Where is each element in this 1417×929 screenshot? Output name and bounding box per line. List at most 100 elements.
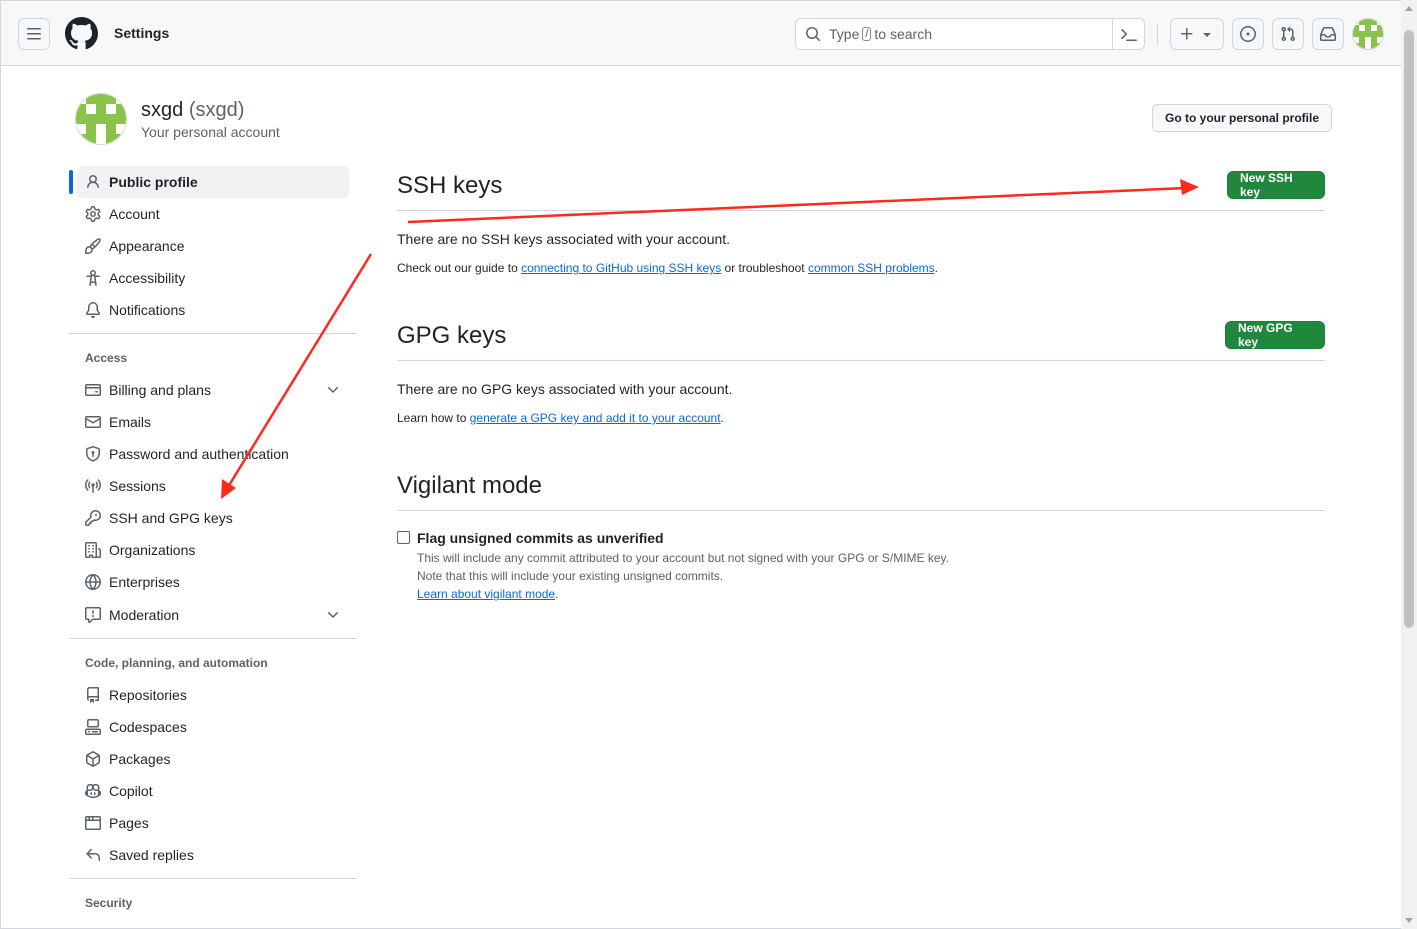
organization-icon [85,542,101,558]
sidebar-item-ssh-gpg-keys[interactable]: SSH and GPG keys [77,502,349,534]
sidebar-item-label: Pages [109,815,149,831]
copilot-icon [85,783,101,799]
command-palette-button[interactable] [1112,19,1144,49]
shield-lock-icon [86,446,100,462]
person-icon [87,175,99,189]
header-separator [1157,23,1158,45]
accessibility-icon [86,270,100,286]
gpg-empty-message: There are no GPG keys associated with yo… [397,381,733,397]
scroll-up-arrow-icon[interactable] [1405,6,1413,11]
search-input[interactable]: Type / to search [795,18,1145,50]
sidebar-divider [69,333,357,334]
codespaces-icon [85,719,101,735]
sidebar-item-codespaces[interactable]: Codespaces [77,711,349,743]
gpg-keys-heading: GPG keys [397,322,507,349]
ssh-guide-end: . [934,261,939,275]
github-logo-icon[interactable] [65,17,98,50]
section-divider [397,210,1325,211]
broadcast-icon [85,479,101,493]
sidebar-item-label: Enterprises [109,574,180,590]
browser-icon [85,816,101,830]
vigilant-note-1: This will include any commit attributed … [417,551,950,565]
hamburger-icon [27,28,41,40]
gpg-learn-end: . [720,411,724,425]
sidebar-item-notifications[interactable]: Notifications [77,294,349,326]
search-suffix: to search [874,26,933,42]
sidebar-item-billing[interactable]: Billing and plans [77,374,349,406]
section-divider [397,360,1325,361]
sidebar-group-code: Code, planning, and automation [85,656,268,670]
sidebar-item-pages[interactable]: Pages [77,807,349,839]
globe-icon [85,574,101,590]
sidebar-item-sessions[interactable]: Sessions [77,470,349,502]
sidebar-item-moderation[interactable]: Moderation [77,599,349,631]
gpg-learn-text: Learn how to generate a GPG key and add … [397,411,724,425]
page-scrollbar[interactable] [1401,0,1417,929]
vigilant-mode-checkbox[interactable] [397,531,410,544]
sidebar-item-appearance[interactable]: Appearance [77,230,349,262]
sidebar-item-repositories[interactable]: Repositories [77,679,349,711]
chevron-down-icon[interactable] [325,382,341,398]
vigilant-note-end: . [555,587,559,601]
identicon-icon [1353,19,1383,49]
credit-card-icon [85,384,101,396]
sidebar-item-label: Saved replies [109,847,194,863]
paintbrush-icon [85,238,101,254]
repo-icon [87,687,99,703]
create-new-button[interactable] [1170,18,1224,50]
ssh-problems-link[interactable]: common SSH problems [808,261,935,275]
sidebar-item-account[interactable]: Account [77,198,349,230]
sidebar-item-label: Moderation [109,607,180,623]
sidebar-item-emails[interactable]: Emails [77,406,349,438]
sidebar-item-saved-replies[interactable]: Saved replies [77,839,349,871]
user-subtitle: Your personal account [141,124,280,140]
gpg-learn-link[interactable]: generate a GPG key and add it to your ac… [470,411,721,425]
issues-icon [1240,26,1256,42]
sidebar-item-label: Copilot [109,783,153,799]
sidebar-item-label: Organizations [109,542,196,558]
pull-requests-icon [1281,26,1296,42]
user-name[interactable]: sxgd [141,99,183,121]
sidebar-item-copilot[interactable]: Copilot [77,775,349,807]
sidebar-item-label: Account [109,206,160,222]
gear-icon [85,206,101,222]
sidebar-item-public-profile[interactable]: Public profile [77,166,349,198]
issues-button[interactable] [1232,18,1264,50]
inbox-icon [1320,27,1336,41]
go-to-profile-button[interactable]: Go to your personal profile [1152,104,1333,132]
key-icon [85,510,101,526]
sidebar-item-accessibility[interactable]: Accessibility [77,262,349,294]
ssh-guide-mid: or troubleshoot [724,261,805,275]
sidebar-item-organizations[interactable]: Organizations [77,534,349,566]
plus-icon [1181,28,1193,40]
sidebar-item-packages[interactable]: Packages [77,743,349,775]
ssh-keys-heading: SSH keys [397,172,503,199]
sidebar-item-label: Notifications [109,302,186,318]
sidebar-item-label: Sessions [109,478,166,494]
sidebar-item-enterprises[interactable]: Enterprises [77,566,349,598]
user-name-heading: sxgd (sxgd) [141,99,244,122]
sidebar-group-security: Security [85,896,133,910]
search-shortcut-key: / [862,27,872,41]
vigilant-learn-link[interactable]: Learn about vigilant mode [417,587,555,601]
browser-frame: Settings Type / to search sxgd (sxgd) Yo… [0,0,1401,929]
scroll-down-arrow-icon[interactable] [1405,918,1413,923]
header-title[interactable]: Settings [114,25,169,41]
inbox-button[interactable] [1312,18,1344,50]
new-ssh-key-button[interactable]: New SSH key [1227,171,1325,199]
sidebar-item-label: Appearance [109,238,185,254]
vigilant-mode-label[interactable]: Flag unsigned commits as unverified [417,530,664,546]
new-gpg-key-button[interactable]: New GPG key [1225,321,1325,349]
chevron-down-icon[interactable] [325,607,341,623]
scrollbar-thumb[interactable] [1404,30,1414,628]
user-avatar-menu[interactable] [1352,18,1384,50]
hamburger-button[interactable] [18,18,50,50]
command-palette-icon [1120,29,1137,41]
ssh-guide-link[interactable]: connecting to GitHub using SSH keys [521,261,721,275]
ssh-empty-message: There are no SSH keys associated with yo… [397,231,731,247]
sidebar-item-password[interactable]: Password and authentication [77,438,349,470]
pull-requests-button[interactable] [1272,18,1304,50]
sidebar-group-access: Access [85,351,128,365]
section-divider [397,510,1325,511]
sidebar-item-label: Password and authentication [109,446,289,462]
